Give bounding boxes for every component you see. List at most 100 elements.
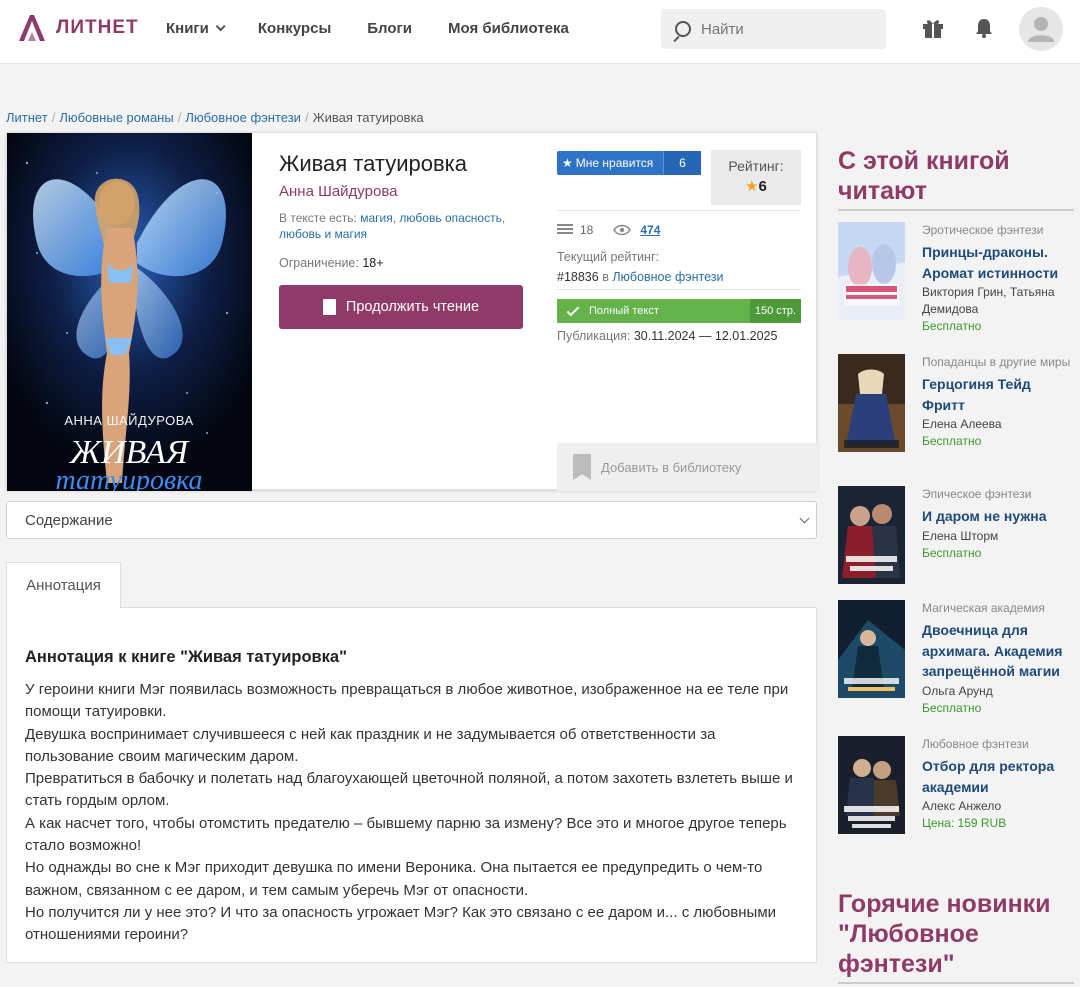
current-rating: Текущий рейтинг: #18836 в Любовное фэнте… [557, 247, 723, 287]
book-genre: Попаданцы в другие миры [922, 355, 1071, 369]
tag-link[interactable]: опасность [445, 211, 502, 225]
user-icon [1028, 17, 1054, 42]
publication-value: 30.11.2024 — 12.01.2025 [633, 329, 778, 343]
breadcrumb-item-fantasy[interactable]: Любовное фэнтези [185, 110, 301, 125]
nav-blogs[interactable]: Блоги [367, 20, 412, 37]
logo-icon [19, 15, 45, 41]
book-icon [322, 299, 336, 315]
book-thumbnail[interactable] [838, 354, 905, 452]
sidebar-book-meta: Любовное фэнтези Отбор для ректора акаде… [922, 736, 1074, 832]
book-price: Бесплатно [922, 545, 982, 560]
sidebar-book-item[interactable]: Магическая академия Двоечница для архима… [838, 600, 1078, 720]
book-title-link[interactable]: Отбор для ректора академии [922, 756, 1074, 797]
tag-link[interactable]: магия [360, 211, 393, 225]
age-restriction: Ограничение: 18+ [279, 256, 539, 270]
book-price: Бесплатно [922, 700, 982, 715]
book-title-link[interactable]: Герцогиня Тейд Фритт [922, 374, 1074, 415]
sidebar-book-item[interactable]: Эпическое фэнтези И даром не нужна Елена… [838, 486, 1078, 586]
restriction-label: Ограничение: [279, 256, 359, 270]
book-price: Цена: 159 RUB [922, 816, 1007, 830]
sidebar-heading: С этой книгой читают [838, 147, 1010, 205]
sidebar-book-meta: Эпическое фэнтези И даром не нужна Елена… [922, 486, 1074, 562]
current-rating-position: #18836 [557, 270, 599, 284]
book-tags: В тексте есть: магия, любовь опасность, … [279, 211, 506, 241]
book-price: Бесплатно [922, 319, 982, 333]
book-thumbnail[interactable] [838, 600, 905, 698]
sidebar-book-item[interactable]: Эротическое фэнтези Принцы-драконы. Аром… [838, 222, 1078, 333]
book-title: Живая татуировка [279, 151, 467, 176]
current-rating-label: Текущий рейтинг: [557, 250, 659, 264]
like-count: 6 [663, 151, 701, 175]
book-cover[interactable]: АННА ШАЙДУРОВА ЖИВАЯ татуировка [7, 133, 252, 491]
sidebar-heading-hot-new: Горячие новинки "Любовное фэнтези" [838, 890, 1051, 978]
divider [557, 210, 801, 211]
book-author[interactable]: Елена Шторм [922, 528, 1074, 545]
views-count[interactable]: 474 [640, 223, 660, 237]
logo[interactable]: ЛИТНЕТ [16, 12, 139, 44]
breadcrumb-current: Живая татуировка [312, 110, 424, 125]
book-thumbnail[interactable] [838, 736, 905, 834]
tab-annotation[interactable]: Аннотация [6, 562, 121, 608]
rating-box: Рейтинг: ★6 [711, 150, 801, 205]
publication-label: Публикация: [557, 329, 631, 343]
search-box[interactable] [661, 9, 886, 49]
book-author[interactable]: Анна Шайдурова [279, 183, 539, 200]
continue-reading-button[interactable]: Продолжить чтение [279, 285, 523, 329]
cover-subtitle-text: татуировка [55, 465, 202, 491]
star-icon: ★ [745, 178, 759, 195]
book-author[interactable]: Елена Алеева [922, 416, 1074, 433]
sidebar-book-meta: Попаданцы в другие миры Герцогиня Тейд Ф… [922, 354, 1074, 450]
book-thumbnail[interactable] [838, 486, 905, 584]
gift-icon[interactable] [921, 16, 945, 40]
rating-label: Рейтинг: [728, 158, 784, 174]
search-input[interactable] [701, 20, 871, 38]
divider [838, 982, 1074, 984]
current-rating-genre-link[interactable]: Любовное фэнтези [612, 270, 723, 284]
bell-icon[interactable] [972, 16, 996, 40]
book-title-link[interactable]: Принцы-драконы. Аромат истинности [922, 242, 1074, 283]
comments-count: 18 [580, 223, 594, 237]
book-stats: 18 474 [557, 223, 660, 237]
full-text-label: Полный текст [589, 305, 659, 317]
book-author[interactable]: Алекс Анжело [922, 798, 1074, 815]
nav-books-label: Книги [166, 20, 209, 37]
search-icon [675, 21, 691, 37]
tags-label: В тексте есть: [279, 211, 357, 225]
book-card: АННА ШАЙДУРОВА ЖИВАЯ татуировка Живая та… [6, 132, 818, 491]
breadcrumb-item-litnet[interactable]: Литнет [6, 110, 48, 125]
nav-my-library[interactable]: Моя библиотека [448, 20, 569, 37]
avatar[interactable] [1019, 7, 1063, 51]
book-author[interactable]: Виктория Грин, Татьяна Демидова [922, 284, 1074, 318]
sidebar-book-item[interactable]: Любовное фэнтези Отбор для ректора акаде… [838, 736, 1078, 846]
contents-label: Содержание [25, 511, 113, 529]
tag-link[interactable]: любовь [399, 211, 441, 225]
book-author[interactable]: Ольга Арунд [922, 683, 1074, 700]
chevron-down-icon [215, 21, 226, 32]
annotation-text: У героини книги Мэг появилась возможност… [25, 681, 793, 944]
book-info: Живая татуировка Анна Шайдурова В тексте… [279, 151, 539, 270]
current-rating-in: в [602, 270, 609, 284]
tag-link[interactable]: любовь и магия [279, 227, 367, 241]
book-thumbnail[interactable] [838, 222, 905, 320]
book-title-link[interactable]: И даром не нужна [922, 506, 1074, 527]
add-to-library-label: Добавить в библиотеку [601, 459, 742, 475]
nav-books[interactable]: Книги [166, 20, 226, 37]
page-count: 150 стр. [749, 299, 801, 323]
chevron-down-icon [799, 513, 810, 524]
comments-icon [557, 224, 573, 234]
book-title-link[interactable]: Двоечница для архимага. Академия запрещё… [922, 620, 1074, 682]
cover-illustration: АННА ШАЙДУРОВА ЖИВАЯ татуировка [7, 133, 252, 491]
breadcrumb-item-romance[interactable]: Любовные романы [59, 110, 173, 125]
contents-dropdown[interactable]: Содержание [6, 501, 817, 539]
add-to-library-button[interactable]: Добавить в библиотеку [557, 443, 818, 491]
top-bar: ЛИТНЕТ Книги Конкурсы Блоги Моя библиоте… [0, 0, 1080, 64]
breadcrumb: Литнет / Любовные романы / Любовное фэнтези /… [6, 110, 424, 125]
like-label: Мне нравится [575, 156, 654, 170]
like-button[interactable]: ★ Мне нравится 6 [557, 151, 701, 175]
sidebar-book-item[interactable]: Попаданцы в другие миры Герцогиня Тейд Ф… [838, 354, 1078, 464]
divider [557, 289, 801, 290]
book-genre: Эпическое фэнтези [922, 487, 1032, 501]
nav-contests[interactable]: Конкурсы [258, 20, 331, 37]
full-text-badge: Полный текст 150 стр. [557, 299, 801, 323]
sidebar-book-meta: Магическая академия Двоечница для архима… [922, 600, 1074, 717]
